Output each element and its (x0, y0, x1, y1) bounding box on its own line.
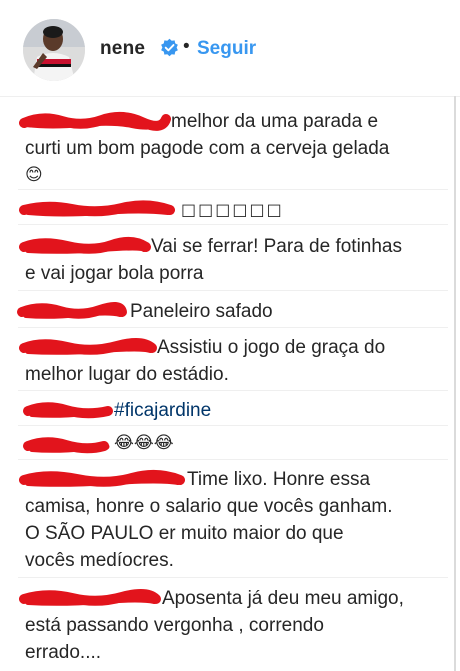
comment-text: melhor da uma parada e (171, 111, 379, 132)
comment-text: O SÃO PAULO er muito maior do que (25, 523, 344, 544)
avatar[interactable] (23, 19, 85, 81)
redacted-username (23, 437, 110, 454)
comment-text: Aposenta já deu meu amigo, (162, 588, 404, 609)
comment-divider (18, 459, 448, 460)
comment-text: □□□□□□ (181, 200, 284, 219)
verified-badge-icon (161, 38, 178, 57)
comment-text: vocês medíocres. (25, 550, 174, 571)
redacted-username (19, 589, 161, 606)
redacted-username (19, 237, 151, 254)
comment-divider (18, 577, 448, 578)
comment-text: curti um bom pagode com a cerveja gelada (25, 138, 390, 159)
comment-text: melhor lugar do estádio. (25, 364, 229, 385)
comment-divider (18, 189, 448, 190)
username[interactable]: nene (100, 38, 145, 60)
redacted-username (23, 402, 113, 419)
scrollbar-track[interactable] (454, 96, 456, 671)
comment-text: Vai se ferrar! Para de fotinhas (151, 236, 402, 257)
comment-text: está passando vergonha , correndo (25, 615, 324, 636)
redacted-username (19, 200, 175, 217)
redacted-username (19, 470, 185, 487)
comment-text: Time lixo. Honre essa (187, 469, 371, 490)
comment-divider (18, 327, 448, 328)
redacted-username (17, 302, 127, 319)
comment-text: Paneleiro safado (130, 301, 273, 322)
avatar-photo (23, 19, 85, 81)
laughing-emoji: 😂😂😂 (114, 433, 174, 453)
separator-dot: • (183, 36, 190, 57)
comment-divider (18, 390, 448, 391)
smile-emoji: 😊 (25, 165, 43, 185)
post-header: nene • Seguir (0, 0, 460, 97)
redacted-username (19, 338, 157, 355)
comment-text: errado.... (25, 642, 102, 663)
comment-divider (18, 224, 448, 225)
comment-text: e vai jogar bola porra (25, 263, 204, 284)
comment-text: camisa, honre o salario que vocês ganham… (25, 496, 393, 517)
redacted-username (19, 112, 171, 131)
comment-text: Assistiu o jogo de graça do (157, 337, 386, 358)
comment-divider (18, 290, 448, 291)
comment-divider (18, 425, 448, 426)
follow-button[interactable]: Seguir (197, 38, 256, 60)
hashtag-link[interactable]: #ficajardine (114, 397, 211, 424)
